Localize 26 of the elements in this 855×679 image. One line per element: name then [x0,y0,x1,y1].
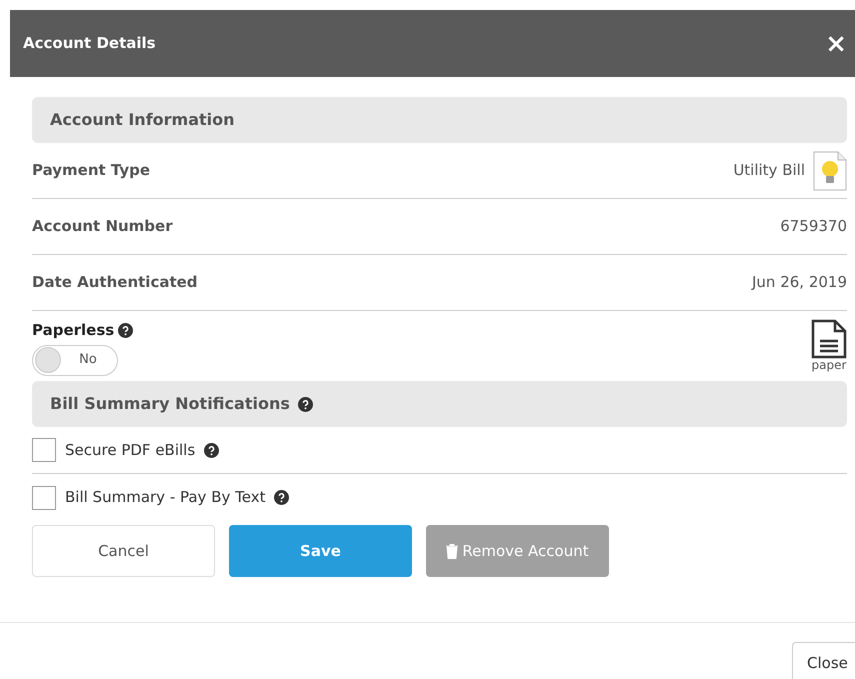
checkbox-label: Bill Summary - Pay By Text [65,487,266,508]
document-icon [811,319,847,359]
field-label: Date Authenticated [32,272,198,294]
field-label: Payment Type [32,160,150,182]
field-value: 6759370 [780,216,847,238]
dialog-title: Account Details [23,33,156,54]
lightbulb-document-icon [813,150,847,190]
field-value: Utility Bill [733,160,805,182]
close-button[interactable]: × [825,30,847,56]
trash-icon [446,544,458,558]
checkbox-label: Secure PDF eBills [65,440,196,461]
section-title: Bill Summary Notifications [50,393,290,415]
field-label: Account Number [32,216,173,238]
help-icon[interactable] [274,490,290,505]
help-icon[interactable] [298,396,313,412]
paperless-label: Paperless [32,320,114,341]
field-value: Jun 26, 2019 [752,272,847,294]
checkbox[interactable] [32,438,56,462]
cancel-button[interactable]: Cancel [32,525,215,577]
close-button[interactable]: Close [792,642,855,679]
checkbox[interactable] [32,486,56,510]
help-icon[interactable] [118,322,134,338]
paperless-toggle[interactable]: No [32,344,118,376]
help-icon[interactable] [204,442,220,458]
section-title: Account Information [50,109,235,131]
document-caption: paper [812,359,846,371]
